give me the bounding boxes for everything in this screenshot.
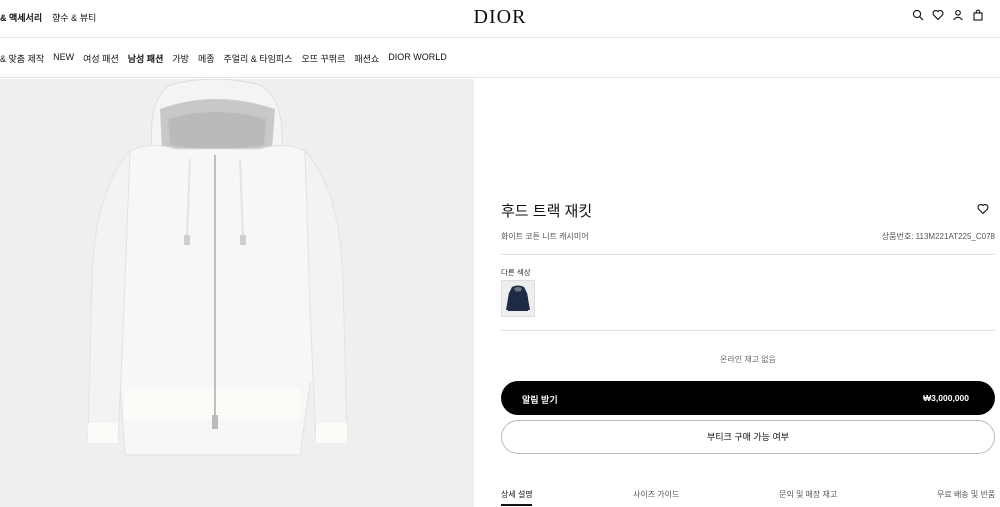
bag-icon[interactable] (972, 9, 984, 21)
nav-item-custom[interactable]: & 맞춤 제작 (0, 52, 44, 65)
dior-logo[interactable]: DIOR (474, 6, 527, 29)
top-link-fragrance[interactable]: 향수 & 뷰티 (52, 11, 96, 24)
product-image[interactable] (0, 79, 474, 507)
notify-button[interactable]: 알림 받기 ₩3,000,000 (501, 381, 995, 415)
product-info: 후드 트랙 재킷 화이트 코튼 니트 캐시미어 상품번호: 113M221AT2… (501, 79, 1000, 507)
navy-hoodie-thumbnail (506, 285, 530, 311)
heart-icon[interactable] (977, 203, 989, 215)
heart-icon[interactable] (932, 9, 944, 21)
hoodie-illustration (87, 79, 348, 456)
product-price: ₩3,000,000 (923, 393, 969, 403)
nav-item-jewelry[interactable]: 주얼리 & 타임피스 (224, 52, 293, 65)
user-icon[interactable] (952, 9, 964, 21)
tab-size-guide[interactable]: 사이즈 가이드 (633, 489, 679, 500)
header-icons (912, 9, 984, 21)
active-tab-indicator (501, 504, 532, 506)
search-icon[interactable] (912, 9, 924, 21)
tab-inquiry[interactable]: 문의 및 매장 재고 (779, 489, 837, 500)
product-material: 화이트 코튼 니트 캐시미어 (501, 232, 589, 241)
title-row: 후드 트랙 재킷 (501, 200, 995, 220)
boutique-availability-button[interactable]: 부티크 구매 가능 여부 (501, 420, 995, 454)
product-sub-row: 화이트 코튼 니트 캐시미어 상품번호: 113M221AT225_C078 (501, 231, 995, 242)
nav-item-men[interactable]: 남성 패션 (128, 52, 164, 65)
color-swatch-navy[interactable] (501, 280, 535, 317)
tab-details[interactable]: 상세 설명 (501, 489, 533, 500)
nav-item-show[interactable]: 패션쇼 (354, 52, 379, 65)
nav-item-couture[interactable]: 오뜨 꾸뛰르 (301, 52, 345, 65)
divider (501, 330, 995, 331)
top-bar: & 액세서리 향수 & 뷰티 DIOR (0, 0, 1000, 38)
notify-button-label: 알림 받기 (522, 395, 558, 405)
nav-item-new[interactable]: NEW (53, 52, 74, 65)
other-colors-label: 다른 색상 (501, 268, 531, 277)
product-title: 후드 트랙 재킷 (501, 203, 593, 220)
product-code: 상품번호: 113M221AT225_C078 (881, 232, 995, 241)
divider (501, 254, 995, 255)
top-left-links: & 액세서리 향수 & 뷰티 (0, 11, 96, 24)
tab-shipping[interactable]: 무료 배송 및 반품 (937, 489, 995, 500)
nav-item-dior-world[interactable]: DIOR WORLD (388, 52, 447, 65)
top-link-accessories[interactable]: & 액세서리 (0, 11, 42, 24)
nav-item-bags[interactable]: 가방 (172, 52, 189, 65)
stock-status: 온라인 재고 없음 (720, 355, 776, 364)
nav-item-maison[interactable]: 메종 (198, 52, 215, 65)
nav-item-women[interactable]: 여성 패션 (83, 52, 119, 65)
main-nav: & 맞춤 제작 NEW 여성 패션 남성 패션 가방 메종 주얼리 & 타임피스… (0, 38, 1000, 78)
product-tabs: 상세 설명 사이즈 가이드 문의 및 매장 재고 무료 배송 및 반품 (501, 486, 1000, 507)
